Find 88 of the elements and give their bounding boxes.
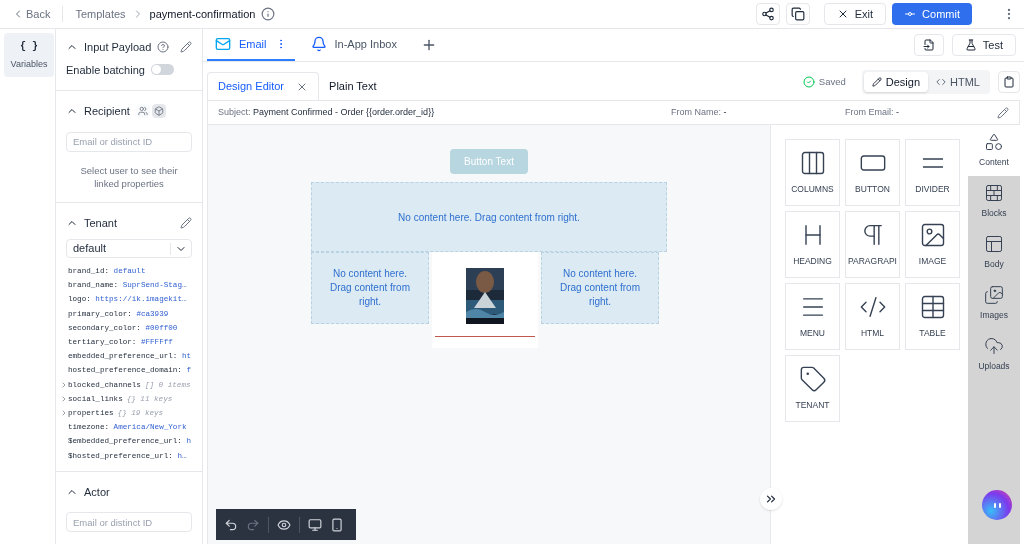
chevrons-right-icon bbox=[764, 492, 778, 506]
users-icon bbox=[137, 106, 148, 117]
variables-tab[interactable]: { } Variables bbox=[4, 33, 54, 77]
side-tab[interactable]: Images bbox=[968, 278, 1020, 329]
from-email: From Email: - bbox=[845, 105, 900, 119]
pencil-icon bbox=[871, 77, 882, 87]
channel-tab[interactable]: Email bbox=[207, 29, 295, 61]
content-tool[interactable]: TENANT bbox=[785, 355, 840, 422]
redo-icon bbox=[246, 517, 260, 532]
mode-option[interactable]: Design bbox=[863, 72, 929, 92]
undo-icon bbox=[224, 517, 238, 532]
drop-zone[interactable]: No content here. Drag content from right. bbox=[311, 182, 667, 252]
undo-button[interactable] bbox=[224, 517, 238, 532]
editor-tab[interactable]: Design Editor bbox=[207, 72, 320, 100]
content-tool[interactable]: HTML bbox=[845, 283, 900, 350]
code-icon bbox=[936, 77, 947, 87]
cube-icon bbox=[153, 106, 164, 117]
desktop-icon bbox=[308, 517, 322, 532]
content-tool[interactable]: BUTTON bbox=[845, 139, 900, 206]
collapse-button[interactable] bbox=[760, 488, 782, 510]
layout-icon bbox=[984, 234, 1004, 255]
content-tool[interactable]: MENU bbox=[785, 283, 840, 350]
eye-icon bbox=[277, 517, 291, 532]
content-tool[interactable]: COLUMNS bbox=[785, 139, 840, 206]
tag-icon bbox=[798, 365, 827, 394]
share-button[interactable] bbox=[755, 3, 780, 25]
breadcrumb-link[interactable]: Templates bbox=[75, 5, 126, 23]
side-tab[interactable]: Body bbox=[968, 227, 1020, 278]
clipboard-button[interactable] bbox=[998, 71, 1020, 93]
section-title: Tenant bbox=[84, 215, 118, 231]
recipient-hint: Select user to see their linked properties bbox=[79, 163, 179, 190]
side-tab[interactable]: Content bbox=[968, 125, 1020, 176]
edit-icon bbox=[180, 216, 192, 229]
editor-tab[interactable]: Plain Text bbox=[319, 72, 387, 100]
edit-icon bbox=[180, 41, 192, 54]
content-tool[interactable]: HEADING bbox=[785, 211, 840, 278]
check-circle-icon bbox=[802, 76, 815, 88]
batching-toggle[interactable] bbox=[150, 64, 174, 76]
recipient-field[interactable]: Email or distinct ID bbox=[66, 131, 192, 152]
help-icon bbox=[157, 41, 170, 54]
mobile-icon bbox=[330, 517, 344, 532]
recipient-type-option[interactable] bbox=[151, 104, 166, 119]
actor-field[interactable]: Email or distinct ID bbox=[66, 512, 192, 533]
bell-icon bbox=[310, 36, 327, 52]
channel-tab[interactable]: In-App Inbox bbox=[302, 29, 405, 61]
file-icon bbox=[922, 39, 935, 51]
divider-icon bbox=[921, 158, 944, 169]
assistant-icon[interactable] bbox=[982, 490, 1012, 520]
clipboard-icon bbox=[1003, 76, 1015, 88]
content-tool[interactable]: TABLE bbox=[905, 283, 960, 350]
share-icon bbox=[760, 7, 775, 21]
duplicate-button[interactable] bbox=[785, 3, 810, 25]
back-link[interactable]: Back bbox=[12, 5, 64, 23]
recipient-type-option[interactable] bbox=[135, 104, 150, 119]
import-button[interactable] bbox=[913, 34, 944, 56]
content-tool[interactable]: DIVIDER bbox=[905, 139, 960, 206]
content-tool[interactable]: IMAGE bbox=[905, 211, 960, 278]
info-icon bbox=[261, 7, 276, 21]
section-title: Actor bbox=[84, 484, 110, 500]
cloud-upload-icon bbox=[984, 336, 1004, 357]
test-button[interactable]: Test bbox=[951, 34, 1016, 56]
shapes-icon bbox=[984, 132, 1004, 153]
batching-label: Enable batching bbox=[66, 62, 145, 78]
subject-line: Subject: Payment Confirmed - Order {{order.order_id}} bbox=[218, 105, 436, 119]
side-tab[interactable]: Blocks bbox=[968, 176, 1020, 227]
bricks-icon bbox=[984, 183, 1004, 204]
edit-icon bbox=[997, 106, 1009, 119]
exit-button[interactable]: Exit bbox=[823, 3, 887, 25]
section-title: Input Payload bbox=[84, 40, 152, 55]
preview-button[interactable] bbox=[277, 517, 291, 532]
tenant-select[interactable]: default bbox=[66, 239, 192, 258]
mode-option[interactable]: HTML bbox=[928, 72, 988, 92]
commit-button[interactable]: Commit bbox=[892, 3, 972, 25]
redo-button[interactable] bbox=[246, 517, 260, 532]
side-tab[interactable]: Uploads bbox=[968, 329, 1020, 380]
mail-icon bbox=[215, 36, 231, 52]
saved-status: Saved bbox=[802, 74, 846, 90]
images-icon bbox=[984, 285, 1004, 306]
section-title: Recipient bbox=[84, 104, 130, 119]
mobile-button[interactable] bbox=[330, 517, 344, 532]
content-tool[interactable]: PARAGRAPI bbox=[845, 211, 900, 278]
flask-icon bbox=[964, 39, 977, 51]
from-name: From Name: - bbox=[671, 105, 728, 119]
drop-zone[interactable]: No content here. Drag content from right. bbox=[311, 252, 429, 324]
copy-icon bbox=[790, 7, 805, 21]
desktop-button[interactable] bbox=[308, 517, 322, 532]
template-name: payment-confirmation bbox=[149, 6, 256, 22]
drop-zone[interactable]: No content here. Drag content from right. bbox=[541, 252, 659, 324]
